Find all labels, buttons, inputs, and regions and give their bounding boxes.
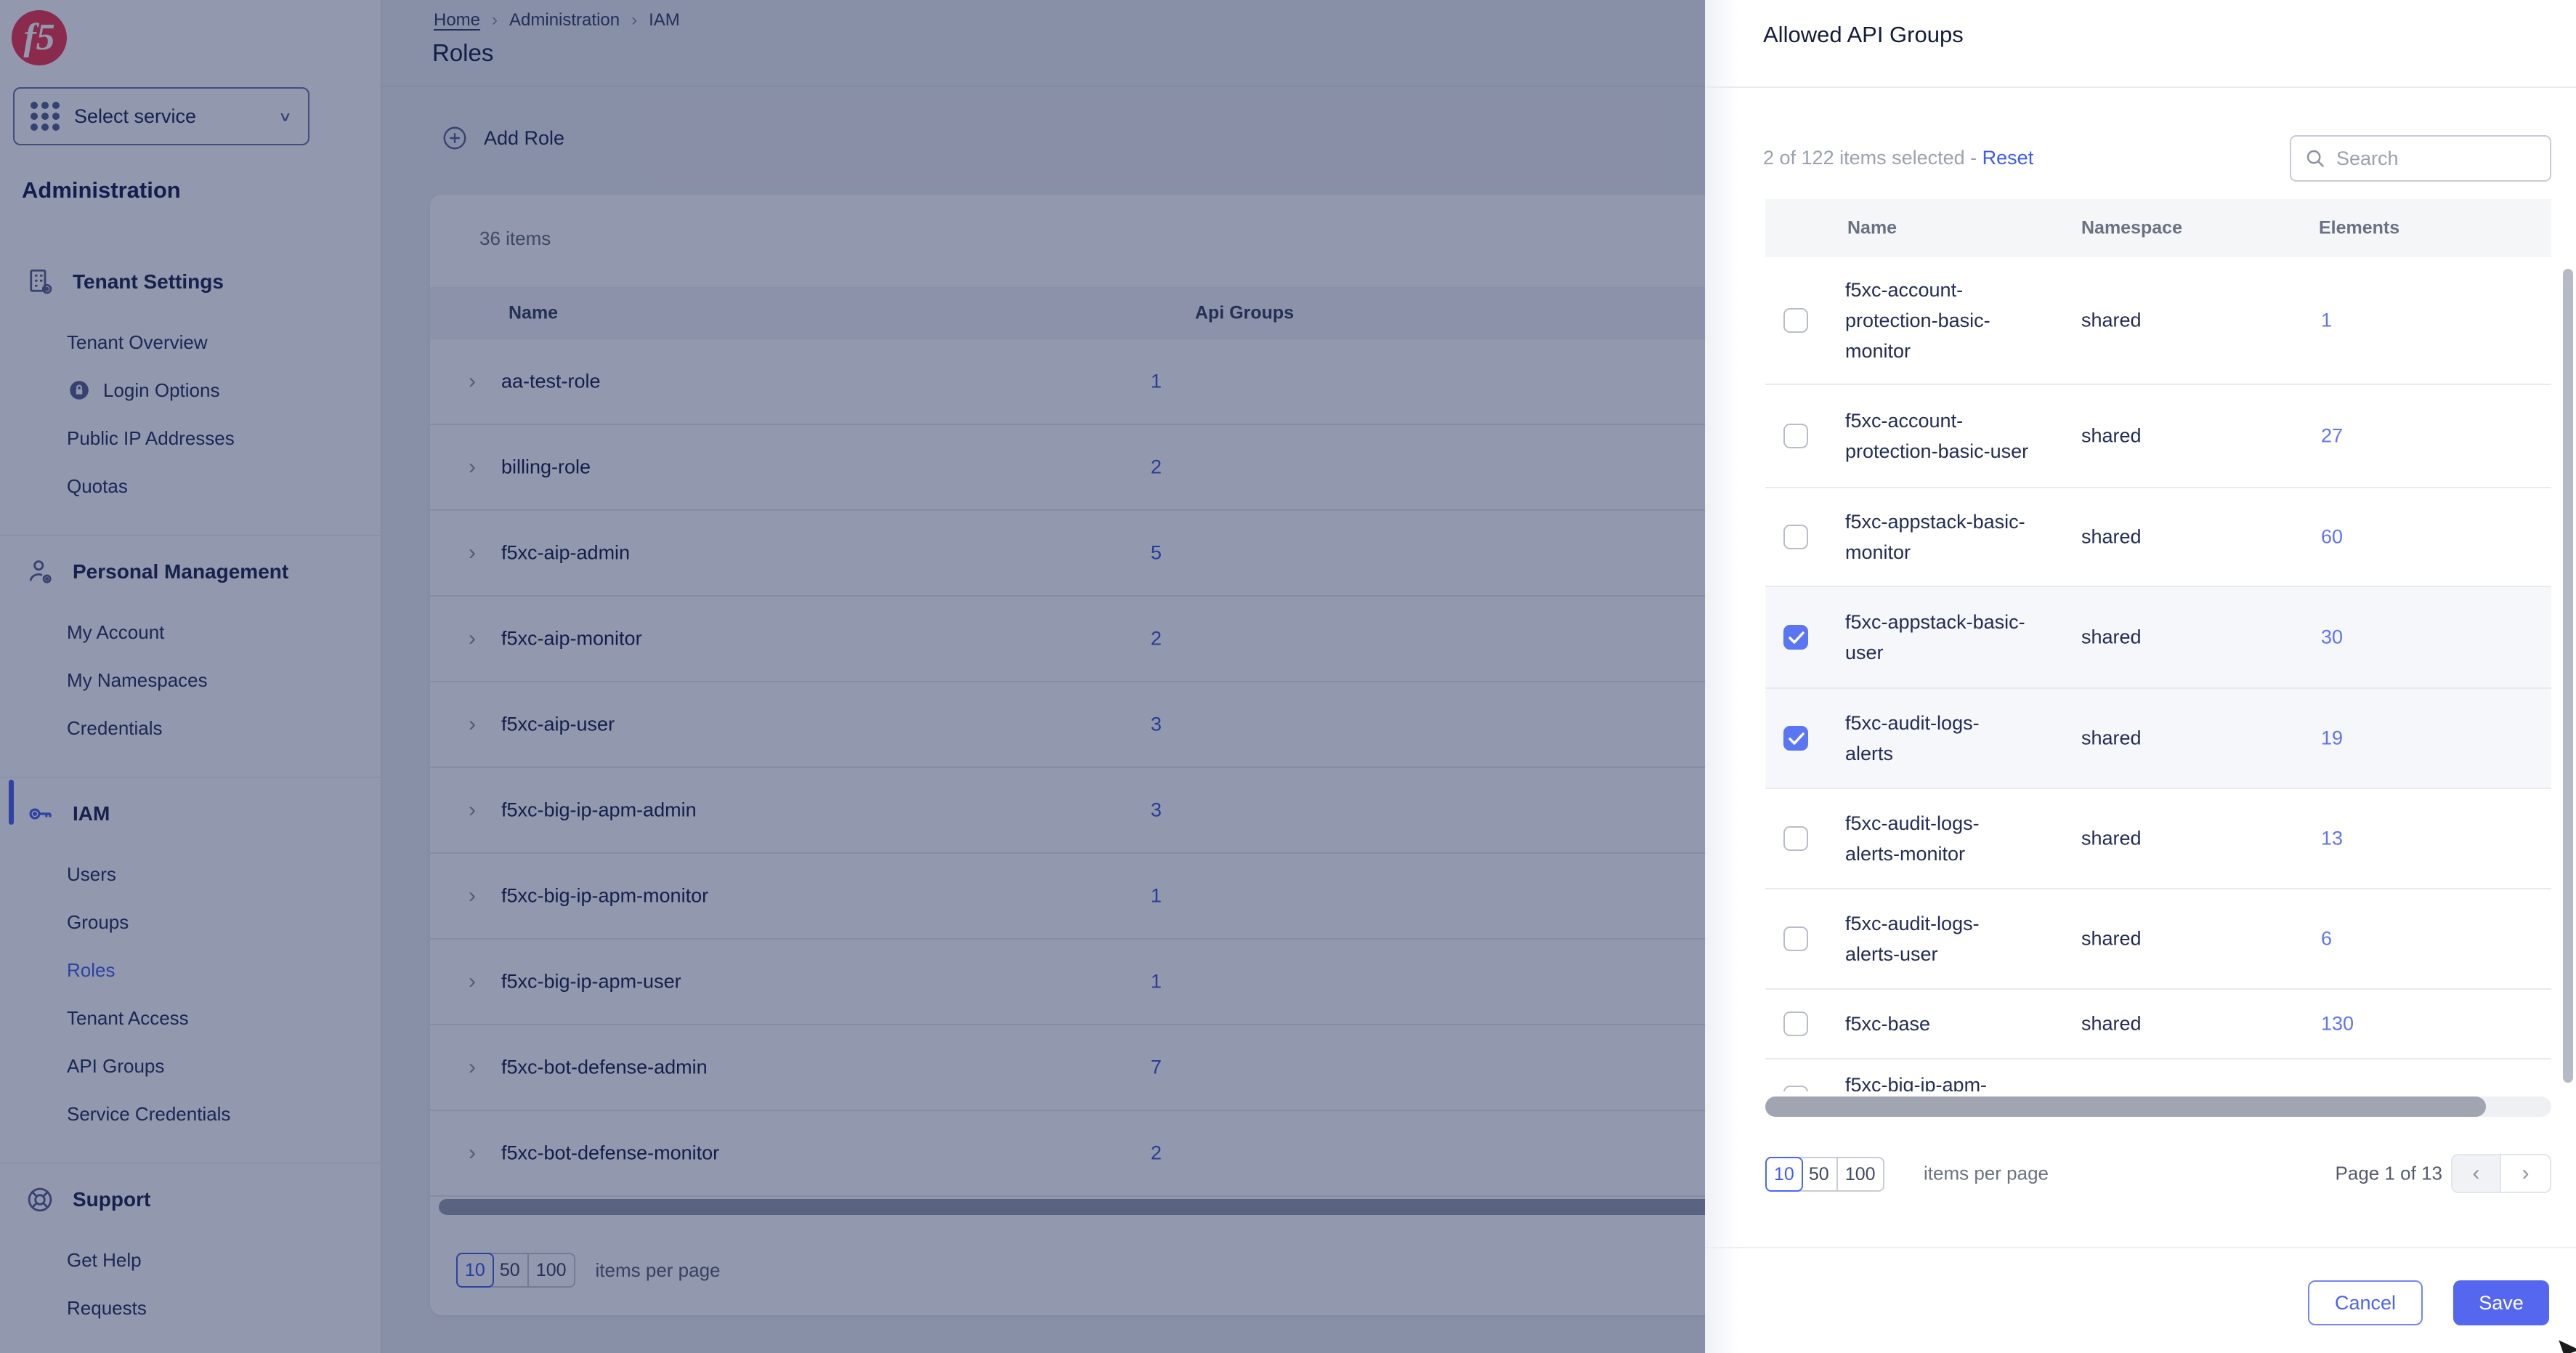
namespace: shared: [2081, 928, 2142, 950]
panel-edge-shadow: [1705, 0, 1738, 1353]
reset-link[interactable]: Reset: [1982, 147, 2034, 169]
api-group-row[interactable]: f5xc-big-ip-apm- admin shared 3: [1765, 1059, 2551, 1091]
elements-count-link[interactable]: 27: [2321, 425, 2343, 448]
column-header-namespace: Namespace: [2081, 218, 2182, 239]
namespace: shared: [2081, 310, 2142, 332]
elements-count-link[interactable]: 30: [2321, 626, 2343, 649]
elements-count-link[interactable]: 1: [2321, 310, 2332, 332]
namespace: shared: [2081, 727, 2142, 750]
panel-pagination: 10 50 100 items per page Page 1 of 13 ‹ …: [1765, 1157, 2551, 1190]
column-header-elements: Elements: [2319, 218, 2399, 239]
api-group-name: f5xc-account- protection-basic- monitor: [1845, 275, 2070, 366]
api-group-row[interactable]: f5xc-audit-logs- alerts-user shared 6: [1765, 889, 2551, 990]
namespace: shared: [2081, 425, 2142, 448]
search-input[interactable]: [2336, 148, 2537, 170]
divider: [1705, 86, 2576, 88]
vertical-scrollbar[interactable]: [2563, 269, 2573, 1083]
api-group-row[interactable]: f5xc-appstack-basic- monitor shared 60: [1765, 488, 2551, 587]
api-group-name: f5xc-audit-logs- alerts-monitor: [1845, 808, 2070, 869]
elements-count-link[interactable]: 60: [2321, 526, 2343, 549]
checkbox[interactable]: [1783, 1086, 1808, 1091]
items-per-page-label: items per page: [1924, 1163, 2049, 1185]
save-button[interactable]: Save: [2453, 1280, 2549, 1325]
modal-dim-overlay[interactable]: [0, 0, 1705, 1353]
checkbox[interactable]: [1783, 308, 1808, 333]
items-per-page-100[interactable]: 100: [1838, 1158, 1883, 1190]
namespace: shared: [2081, 626, 2142, 649]
panel-table-header: Name Namespace Elements: [1765, 199, 2551, 257]
elements-count-link[interactable]: 3: [2321, 1089, 2332, 1091]
elements-count-link[interactable]: 130: [2321, 1013, 2354, 1035]
chevron-right-icon: ›: [2522, 1161, 2530, 1186]
namespace: shared: [2081, 526, 2142, 549]
elements-count-link[interactable]: 19: [2321, 727, 2343, 750]
elements-count-link[interactable]: 13: [2321, 828, 2343, 850]
api-group-row[interactable]: f5xc-account- protection-basic- monitor …: [1765, 257, 2551, 385]
cancel-button[interactable]: Cancel: [2308, 1280, 2423, 1325]
checkbox[interactable]: [1783, 424, 1808, 448]
previous-page-button[interactable]: ‹: [2453, 1155, 2501, 1192]
items-per-page-group: 10 50 100: [1765, 1157, 1884, 1192]
selection-summary-text: 2 of 122 items selected -: [1763, 147, 1977, 169]
app-window: f5 Select service ∨ Administration Tenan…: [0, 0, 2576, 1353]
api-group-name: f5xc-account- protection-basic-user: [1845, 405, 2070, 467]
search-input-wrapper: [2290, 135, 2551, 182]
namespace: shared: [2081, 828, 2142, 850]
mouse-cursor: [2556, 1338, 2576, 1353]
api-group-row[interactable]: f5xc-account- protection-basic-user shar…: [1765, 385, 2551, 488]
checkbox[interactable]: [1783, 625, 1808, 650]
horizontal-scrollbar-track[interactable]: [1765, 1096, 2551, 1117]
api-group-row[interactable]: f5xc-audit-logs- alerts-monitor shared 1…: [1765, 789, 2551, 889]
api-group-name: f5xc-appstack-basic- monitor: [1845, 506, 2070, 568]
panel-table-body: f5xc-account- protection-basic- monitor …: [1765, 257, 2551, 1091]
items-per-page-50[interactable]: 50: [1802, 1158, 1838, 1190]
search-icon: [2304, 148, 2326, 169]
api-group-row[interactable]: f5xc-audit-logs- alerts shared 19: [1765, 689, 2551, 789]
page-indicator: Page 1 of 13: [2336, 1163, 2442, 1185]
horizontal-scrollbar-thumb[interactable]: [1765, 1096, 2486, 1117]
checkbox[interactable]: [1783, 525, 1808, 549]
column-header-name: Name: [1847, 218, 1897, 239]
allowed-api-groups-panel: Allowed API Groups 2 of 122 items select…: [1705, 0, 2576, 1353]
api-group-name: f5xc-big-ip-apm- admin: [1845, 1070, 2070, 1091]
items-per-page-10[interactable]: 10: [1765, 1157, 1803, 1192]
api-group-row[interactable]: f5xc-appstack-basic- user shared 30: [1765, 587, 2551, 689]
checkbox[interactable]: [1783, 826, 1808, 851]
panel-title: Allowed API Groups: [1763, 22, 1964, 48]
api-group-name: f5xc-audit-logs- alerts-user: [1845, 908, 2070, 969]
api-group-name: f5xc-base: [1845, 1009, 2070, 1039]
divider: [1705, 1247, 2576, 1248]
api-group-name: f5xc-audit-logs- alerts: [1845, 708, 2070, 769]
checkbox[interactable]: [1783, 726, 1808, 751]
namespace: shared: [2081, 1089, 2142, 1091]
namespace: shared: [2081, 1013, 2142, 1035]
checkbox[interactable]: [1783, 926, 1808, 951]
api-group-row[interactable]: f5xc-base shared 130: [1765, 990, 2551, 1059]
api-group-name: f5xc-appstack-basic- user: [1845, 607, 2070, 668]
checkbox[interactable]: [1783, 1011, 1808, 1036]
chevron-left-icon: ‹: [2473, 1161, 2480, 1186]
selection-summary: 2 of 122 items selected - Reset: [1763, 147, 2033, 169]
elements-count-link[interactable]: 6: [2321, 928, 2332, 950]
next-page-button[interactable]: ›: [2501, 1155, 2550, 1192]
page-nav-group: ‹ ›: [2451, 1154, 2551, 1193]
